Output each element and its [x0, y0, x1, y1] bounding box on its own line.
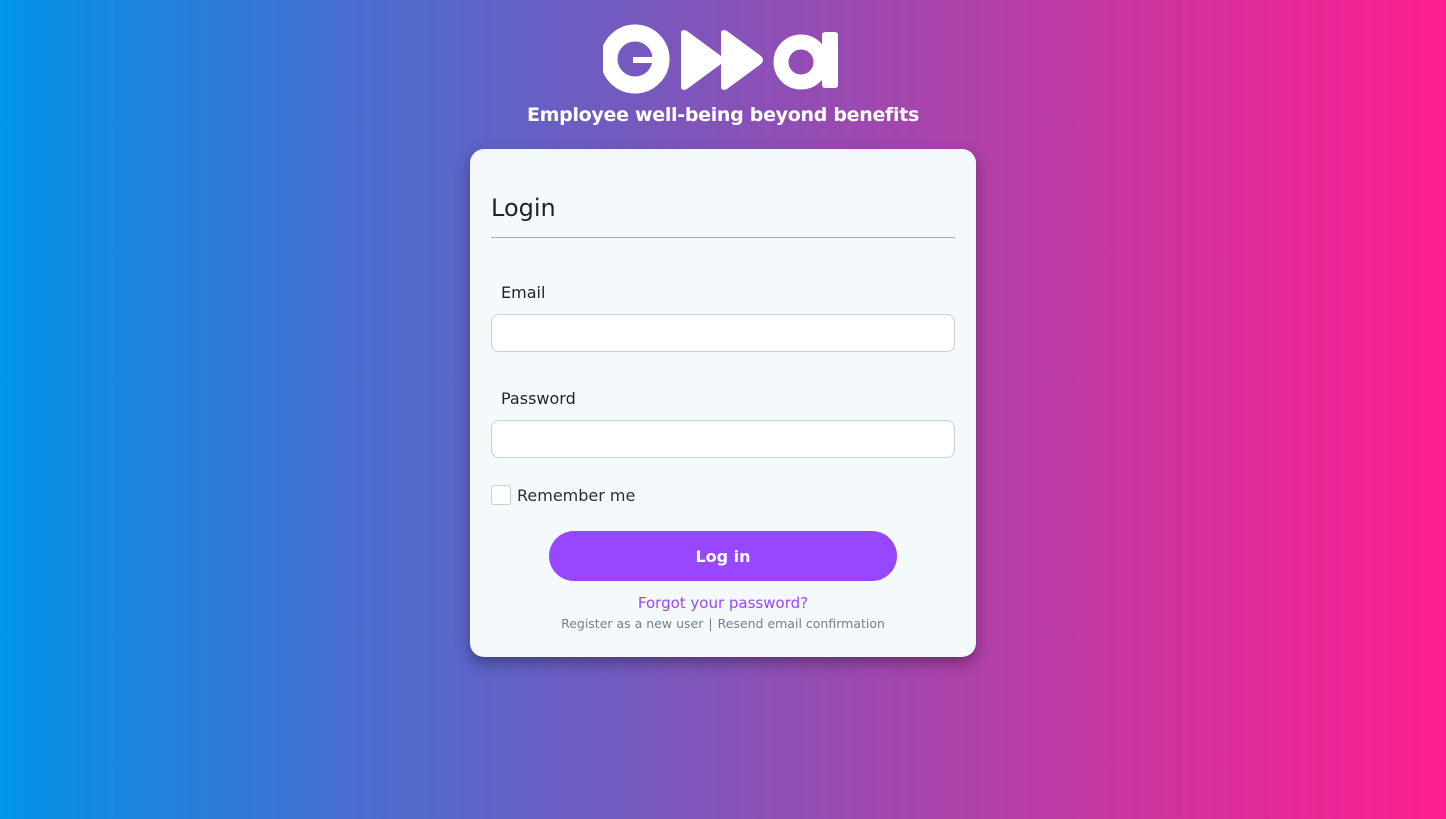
title-divider: [491, 237, 955, 238]
account-links: Register as a new user | Resend email conf…: [491, 616, 955, 632]
log-in-button[interactable]: Log in: [549, 531, 897, 581]
password-label: Password: [501, 389, 576, 408]
link-separator: |: [708, 616, 713, 631]
ema-logo: [603, 24, 838, 94]
email-label: Email: [501, 283, 546, 302]
email-input[interactable]: [491, 314, 955, 352]
remember-me-checkbox[interactable]: [491, 485, 511, 505]
register-link[interactable]: Register as a new user: [561, 616, 703, 631]
login-title: Login: [491, 194, 556, 222]
password-input[interactable]: [491, 420, 955, 458]
forgot-password-link[interactable]: Forgot your password?: [491, 594, 955, 612]
brand-tagline: Employee well-being beyond benefits: [526, 104, 920, 126]
remember-me-row: Remember me: [491, 484, 955, 506]
resend-confirmation-link[interactable]: Resend email confirmation: [718, 616, 885, 631]
brand-header: Employee well-being beyond benefits: [0, 24, 1446, 126]
remember-me-label[interactable]: Remember me: [517, 486, 635, 505]
login-card: Login Email Password Remember me Log in …: [470, 149, 976, 657]
